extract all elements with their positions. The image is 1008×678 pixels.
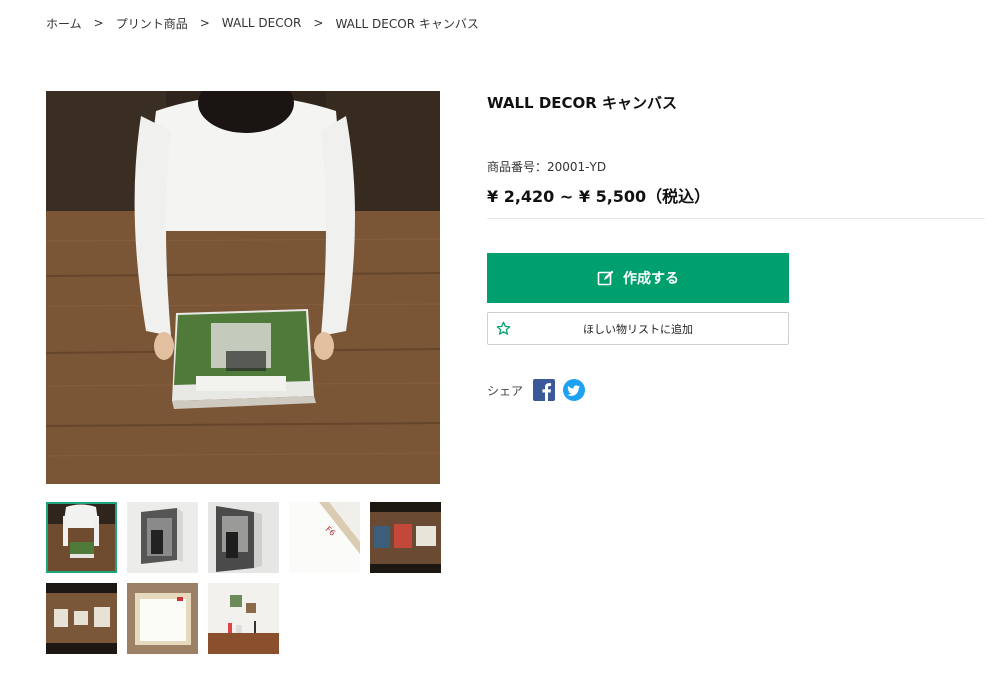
create-button-label: 作成する <box>623 271 679 287</box>
breadcrumb-current: WALL DECOR キャンバス <box>335 16 479 31</box>
breadcrumb-home[interactable]: ホーム <box>46 15 82 32</box>
thumbnail-8[interactable] <box>208 583 279 654</box>
thumbnail-6[interactable] <box>46 583 117 654</box>
facebook-icon[interactable] <box>533 379 556 401</box>
breadcrumb-separator: > <box>199 16 210 30</box>
twitter-icon[interactable] <box>563 379 586 401</box>
breadcrumb-separator: > <box>93 16 104 30</box>
divider <box>487 218 985 219</box>
product-code: 商品番号：20001-YD <box>487 160 607 174</box>
create-button[interactable]: 作成する <box>487 253 789 303</box>
breadcrumb: ホーム > プリント商品 > WALL DECOR > WALL DECOR キ… <box>46 14 479 32</box>
breadcrumb-wall-decor[interactable]: WALL DECOR <box>222 16 302 30</box>
breadcrumb-separator: > <box>313 16 324 30</box>
share-label: シェア <box>487 383 524 398</box>
edit-icon <box>597 269 615 287</box>
thumbnail-1[interactable] <box>46 502 117 573</box>
thumbnail-5[interactable] <box>370 502 441 573</box>
breadcrumb-print-products[interactable]: プリント商品 <box>116 15 188 32</box>
add-to-wishlist-button[interactable]: ほしい物リストに追加 <box>487 312 789 345</box>
product-price: ¥ 2,420 ~ ¥ 5,500（税込） <box>487 187 711 206</box>
main-product-image <box>46 91 440 484</box>
share-section: シェア <box>487 378 593 402</box>
wishlist-button-label: ほしい物リストに追加 <box>583 322 693 336</box>
thumbnail-3[interactable] <box>208 502 279 573</box>
thumbnail-4[interactable]: F6 <box>289 502 360 573</box>
star-icon <box>496 321 511 336</box>
thumbnail-2[interactable] <box>127 502 198 573</box>
product-title: WALL DECOR キャンバス <box>487 94 678 112</box>
thumbnail-7[interactable] <box>127 583 198 654</box>
